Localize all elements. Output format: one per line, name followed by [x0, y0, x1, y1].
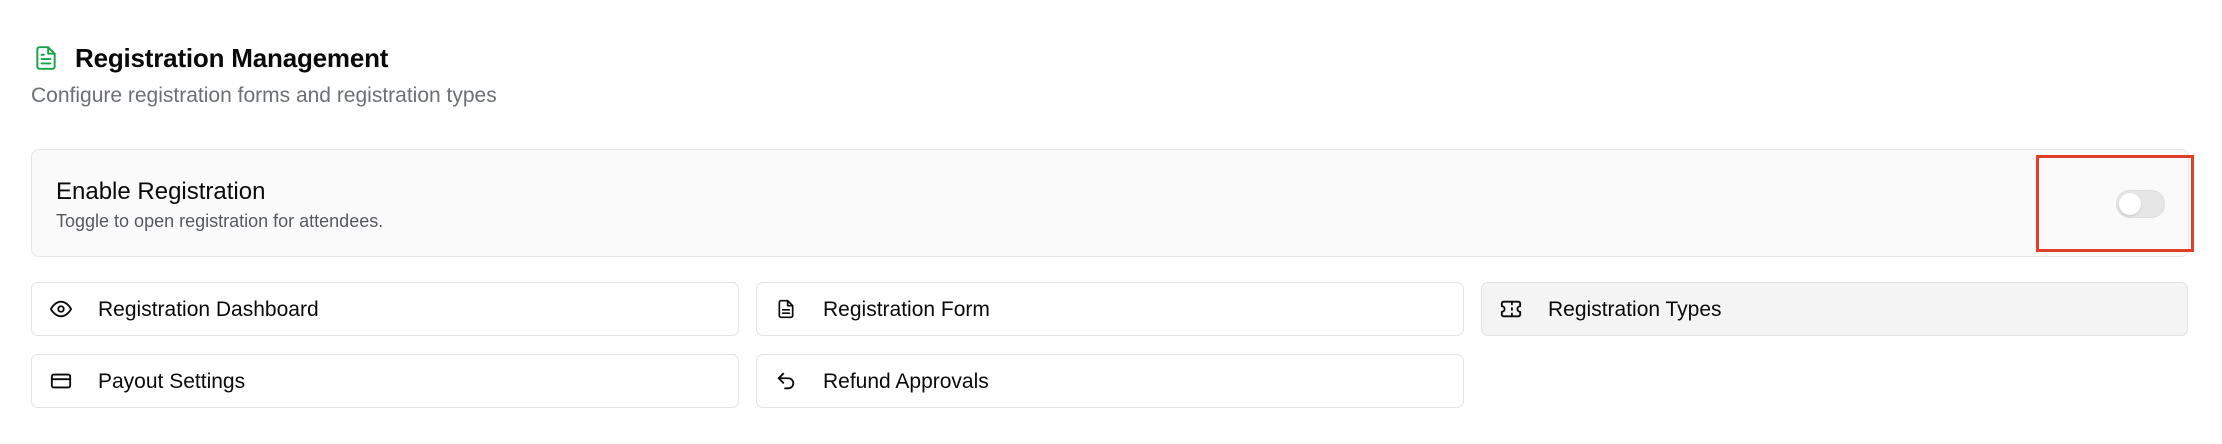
undo-icon [774, 369, 798, 393]
enable-registration-description: Toggle to open registration for attendee… [56, 211, 384, 231]
page-subtitle: Configure registration forms and registr… [31, 84, 497, 107]
page-header: Registration Management [31, 38, 388, 78]
enable-registration-toggle[interactable] [2116, 190, 2165, 218]
toggle-knob [2119, 193, 2141, 215]
refund-approvals-button[interactable]: Refund Approvals [756, 354, 1464, 408]
registration-types-button[interactable]: Registration Types [1481, 282, 2188, 336]
registration-form-button[interactable]: Registration Form [756, 282, 1464, 336]
page-title: Registration Management [75, 42, 389, 73]
registration-form-label: Registration Form [823, 298, 990, 321]
eye-icon [49, 297, 73, 321]
registration-types-label: Registration Types [1548, 298, 1722, 321]
refund-approvals-label: Refund Approvals [823, 370, 989, 393]
ticket-icon [1499, 297, 1523, 321]
enable-registration-card: Enable Registration Toggle to open regis… [31, 149, 2189, 257]
payout-settings-label: Payout Settings [98, 370, 246, 393]
payout-settings-button[interactable]: Payout Settings [31, 354, 739, 408]
file-text-icon [31, 41, 61, 75]
credit-card-icon [49, 369, 73, 393]
highlight-box [2036, 155, 2194, 252]
enable-registration-title: Enable Registration [56, 178, 266, 205]
file-text-icon [774, 297, 798, 321]
registration-dashboard-label: Registration Dashboard [98, 298, 319, 321]
registration-dashboard-button[interactable]: Registration Dashboard [31, 282, 739, 336]
